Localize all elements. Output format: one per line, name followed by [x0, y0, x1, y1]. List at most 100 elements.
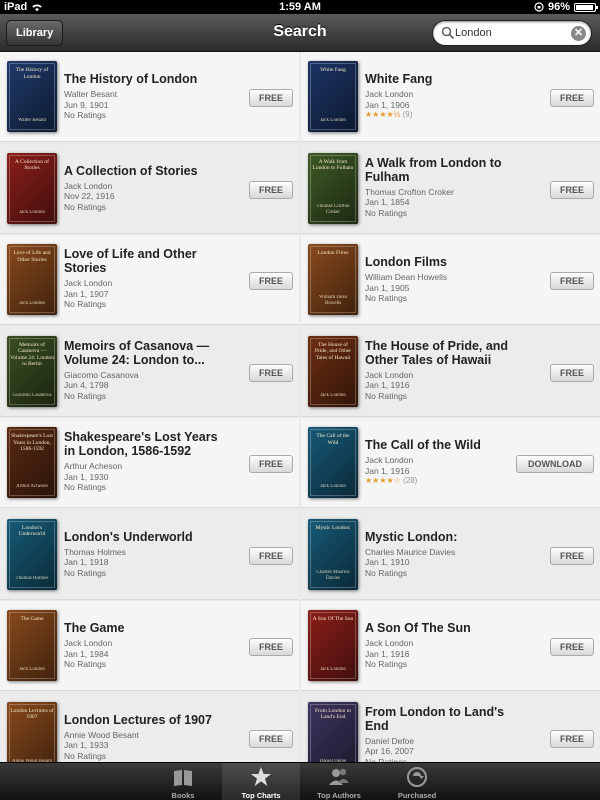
book-cover[interactable]: London Films William Dean Howells	[308, 244, 358, 315]
book-cover[interactable]: The House of Pride, and Other Tales of H…	[308, 335, 358, 407]
cover-title: A Collection of Stories	[15, 158, 49, 172]
book-date: Jun 9, 1901	[64, 99, 109, 110]
rating-count: (28)	[403, 476, 418, 485]
book-title[interactable]: A Son Of The Sun	[365, 621, 529, 635]
search-results-grid: The History of London Walter Besant The Hi…	[0, 52, 600, 762]
book-title[interactable]: London Films	[365, 255, 529, 269]
book-cover[interactable]: Love of Life and Other Stories Jack Londo…	[7, 244, 57, 315]
book-date: Jan 1, 1906	[365, 99, 410, 110]
book-result-item[interactable]: Mystic London: Charles Maurice Davies Myst…	[301, 509, 600, 600]
book-title[interactable]: London Lectures of 1907	[64, 713, 228, 727]
free-button[interactable]: FREE	[550, 272, 594, 290]
free-button[interactable]: FREE	[550, 546, 594, 565]
free-button[interactable]: FREE	[249, 363, 293, 382]
free-button[interactable]: FREE	[550, 180, 594, 199]
book-cover[interactable]: The Game Jack London	[7, 610, 57, 681]
free-button[interactable]: FREE	[249, 272, 293, 290]
status-time: 1:59 AM	[279, 1, 321, 13]
book-author: William Dean Howells	[365, 272, 448, 282]
free-button[interactable]: FREE	[249, 455, 293, 473]
book-date: Apr 16, 2007	[365, 746, 414, 756]
book-rating: No Ratings	[64, 110, 107, 120]
book-title[interactable]: London's Underworld	[64, 530, 228, 544]
cover-title: From London to Land's End	[314, 707, 352, 721]
cover-title: London Films	[317, 250, 349, 256]
book-title[interactable]: The Call of the Wild	[365, 438, 529, 452]
book-title[interactable]: From London to Land's End	[365, 705, 529, 733]
clear-search-icon[interactable]: ✕	[571, 26, 586, 41]
book-result-item[interactable]: Memoirs of Casanova — Volume 24: London …	[0, 326, 299, 417]
cover-title: Shakespeare's Lost Years in London, 1586…	[11, 433, 53, 452]
book-title[interactable]: The House of Pride, and Other Tales of H…	[365, 339, 529, 367]
free-button[interactable]: FREE	[249, 89, 293, 107]
book-cover[interactable]: A Walk from London to Fulham Thomas Croft…	[308, 152, 358, 224]
tab-books[interactable]: Books	[144, 763, 222, 800]
book-cover[interactable]: The History of London Walter Besant	[7, 61, 57, 132]
free-button[interactable]: FREE	[550, 729, 594, 748]
book-author: Walter Besant	[64, 89, 118, 99]
book-result-item[interactable]: The House of Pride, and Other Tales of H…	[301, 326, 600, 417]
download-button[interactable]: DOWNLOAD	[516, 455, 594, 473]
cover-author: Jack London	[320, 484, 346, 489]
cover-author: Jack London	[19, 301, 45, 306]
book-cover[interactable]: Mystic London: Charles Maurice Davies	[308, 518, 358, 590]
book-title[interactable]: The History of London	[64, 72, 228, 86]
book-rating: No Ratings	[64, 390, 107, 401]
book-meta: Jack London Jan 1, 1916 No Ratings	[365, 638, 535, 670]
book-result-item[interactable]: From London to Land's End Daniel Defoe Fro…	[301, 692, 600, 762]
book-meta: Jack London Nov 22, 1916 No Ratings	[64, 181, 234, 213]
free-button[interactable]: FREE	[249, 638, 293, 656]
cover-author: William Dean Howells	[319, 295, 347, 306]
book-cover[interactable]: A Collection of Stories Jack London	[7, 152, 57, 224]
book-title[interactable]: A Collection of Stories	[64, 164, 228, 178]
book-cover[interactable]: White Fang Jack London	[308, 61, 358, 132]
book-result-item[interactable]: Shakespeare's Lost Years in London, 1586…	[0, 418, 299, 508]
book-result-item[interactable]: A Son Of The Sun Jack London A Son Of The …	[301, 601, 600, 691]
free-button[interactable]: FREE	[550, 89, 594, 107]
free-button[interactable]: FREE	[249, 729, 293, 748]
tab-purchased[interactable]: Purchased	[378, 763, 456, 800]
authors-icon	[329, 768, 349, 785]
book-title[interactable]: The Game	[64, 621, 228, 635]
tab-label: Books	[171, 791, 195, 800]
search-input[interactable]	[455, 23, 567, 43]
cover-title: London's Underworld	[18, 524, 46, 538]
book-result-item[interactable]: London's Underworld Thomas Holmes London's…	[0, 509, 299, 600]
book-result-item[interactable]: London Films William Dean Howells London F…	[301, 235, 600, 325]
book-cover[interactable]: The Call of the Wild Jack London	[308, 427, 358, 498]
book-cover[interactable]: Memoirs of Casanova — Volume 24: London …	[7, 335, 57, 407]
book-title[interactable]: Mystic London:	[365, 530, 529, 544]
free-button[interactable]: FREE	[249, 546, 293, 565]
book-cover[interactable]: A Son Of The Sun Jack London	[308, 610, 358, 681]
book-author: Jack London	[365, 89, 414, 99]
book-result-item[interactable]: The History of London Walter Besant The Hi…	[0, 52, 299, 142]
book-title[interactable]: Love of Life and Other Stories	[64, 247, 228, 275]
library-button[interactable]: Library	[6, 20, 64, 46]
tab-top-charts[interactable]: Top Charts	[222, 763, 300, 800]
book-cover[interactable]: London Lectures of 1907 Annie Wood Besant	[7, 701, 57, 762]
book-cover[interactable]: London's Underworld Thomas Holmes	[7, 518, 57, 590]
book-result-item[interactable]: London Lectures of 1907 Annie Wood Besant…	[0, 692, 299, 762]
free-button[interactable]: FREE	[550, 363, 594, 382]
free-button[interactable]: FREE	[249, 180, 293, 199]
book-result-item[interactable]: White Fang Jack London White Fang Jack Lond…	[301, 52, 600, 142]
book-result-item[interactable]: A Walk from London to Fulham Thomas Croft…	[301, 143, 600, 234]
book-date: Jan 1, 1916	[365, 648, 410, 659]
cover-title: The Call of the Wild	[316, 433, 350, 446]
search-field[interactable]: ✕	[432, 20, 592, 46]
book-result-item[interactable]: A Collection of Stories Jack London A Coll…	[0, 143, 299, 234]
book-result-item[interactable]: Love of Life and Other Stories Jack Londo…	[0, 235, 299, 325]
cover-title: The House of Pride, and Other Tales of H…	[314, 341, 352, 361]
book-result-item[interactable]: The Call of the Wild Jack London The Call …	[301, 418, 600, 508]
book-cover[interactable]: From London to Land's End Daniel Defoe	[308, 701, 358, 762]
book-title[interactable]: Memoirs of Casanova — Volume 24: London …	[64, 339, 228, 367]
book-meta: Jack London Jan 1, 1984 No Ratings	[64, 638, 234, 670]
book-title[interactable]: A Walk from London to Fulham	[365, 156, 529, 184]
book-cover[interactable]: Shakespeare's Lost Years in London, 1586…	[7, 427, 57, 498]
book-title[interactable]: White Fang	[365, 72, 529, 86]
free-button[interactable]: FREE	[550, 638, 594, 656]
book-rating: No Ratings	[365, 390, 408, 401]
book-result-item[interactable]: The Game Jack London The Game Jack London Ja…	[0, 601, 299, 691]
book-title[interactable]: Shakespeare's Lost Years in London, 1586…	[64, 430, 228, 458]
tab-top-authors[interactable]: Top Authors	[300, 763, 378, 800]
